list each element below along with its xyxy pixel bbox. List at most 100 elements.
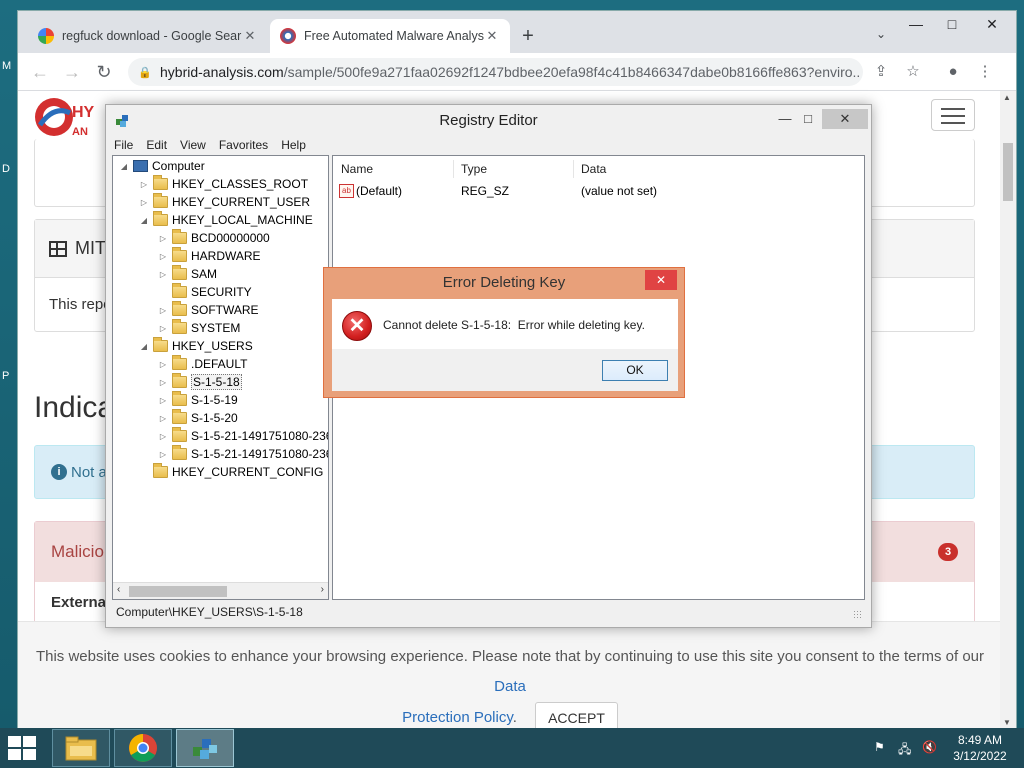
tree-item-system[interactable]: ▷ SYSTEM <box>158 319 240 337</box>
tree-item-s-1-5-21-a[interactable]: ▷ S-1-5-21-1491751080-236 <box>158 427 328 445</box>
scroll-left-icon[interactable]: ‹ <box>117 584 120 595</box>
new-tab-button[interactable]: + <box>516 25 540 48</box>
collapse-icon[interactable]: ◢ <box>119 162 129 171</box>
folder-icon <box>172 301 187 316</box>
tree-item-hkey-local-machine[interactable]: ◢ HKEY_LOCAL_MACHINE <box>139 211 313 229</box>
close-icon[interactable]: ✕ <box>484 28 500 44</box>
expand-icon[interactable]: ▷ <box>158 378 168 387</box>
profile-avatar-icon[interactable]: ● <box>942 61 964 83</box>
column-header-name[interactable]: Name <box>341 162 373 176</box>
scroll-down-icon[interactable]: ▼ <box>1003 718 1011 727</box>
data-protection-policy-link[interactable]: Data Protection Policy <box>402 678 526 726</box>
expand-icon[interactable]: ▷ <box>139 198 149 207</box>
desktop-icon-label: P <box>2 370 10 382</box>
tree-item-computer[interactable]: ◢ Computer <box>119 157 205 175</box>
tree-item-hkey-users[interactable]: ◢ HKEY_USERS <box>139 337 253 355</box>
chrome-taskbar-button[interactable] <box>114 729 172 767</box>
menu-file[interactable]: File <box>114 138 133 152</box>
tab-hybrid-analysis[interactable]: Free Automated Malware Analys ✕ <box>270 19 510 53</box>
dialog-title[interactable]: Error Deleting Key <box>324 268 684 298</box>
tree-horizontal-scrollbar[interactable]: ‹ › <box>113 582 328 599</box>
column-header-data[interactable]: Data <box>581 162 606 176</box>
menu-view[interactable]: View <box>180 138 206 152</box>
hamburger-menu-icon[interactable] <box>931 99 975 131</box>
folder-icon <box>172 319 187 334</box>
tree-item-default[interactable]: ▷ .DEFAULT <box>158 355 247 373</box>
collapse-icon[interactable]: ◢ <box>139 216 149 225</box>
scroll-right-icon[interactable]: › <box>321 584 324 595</box>
expand-icon[interactable]: ▷ <box>158 396 168 405</box>
close-window-button[interactable]: ✕ <box>974 13 1010 37</box>
minimize-button[interactable]: — <box>898 13 934 37</box>
tree-item-s-1-5-21-b[interactable]: ▷ S-1-5-21-1491751080-236 <box>158 445 328 463</box>
tree-item-s-1-5-20[interactable]: ▷ S-1-5-20 <box>158 409 238 427</box>
collapse-icon[interactable]: ◢ <box>139 342 149 351</box>
folder-icon <box>172 409 187 424</box>
close-icon[interactable]: ✕ <box>645 270 677 290</box>
volume-muted-icon[interactable]: 🔇 <box>922 740 937 754</box>
expand-icon[interactable]: ▷ <box>158 324 168 333</box>
taskbar-clock[interactable]: 8:49 AM 3/12/2022 <box>950 732 1010 764</box>
menu-edit[interactable]: Edit <box>146 138 167 152</box>
menu-bar: File Edit View Favorites Help <box>106 135 871 155</box>
maximize-button[interactable]: □ <box>794 109 822 129</box>
tree-item-label: HKEY_CLASSES_ROOT <box>172 177 309 191</box>
windows-start-icon[interactable] <box>8 736 38 760</box>
tree-item-label: S-1-5-20 <box>191 411 238 425</box>
expand-icon[interactable]: ▷ <box>158 414 168 423</box>
maximize-button[interactable]: □ <box>934 13 970 37</box>
value-row-name[interactable]: ab (Default) <box>339 184 402 198</box>
ok-button[interactable]: OK <box>602 360 668 381</box>
more-menu-icon[interactable]: ⋮ <box>974 61 996 83</box>
tab-search-chevron-down-icon[interactable]: ⌄ <box>876 27 886 41</box>
scroll-up-icon[interactable]: ▲ <box>1003 93 1011 102</box>
expand-icon[interactable]: ▷ <box>158 270 168 279</box>
bookmark-star-icon[interactable]: ☆ <box>902 61 924 83</box>
tree-item-hkey-classes-root[interactable]: ▷ HKEY_CLASSES_ROOT <box>139 175 308 193</box>
tree-item-software[interactable]: ▷ SOFTWARE <box>158 301 259 319</box>
action-center-flag-icon[interactable]: ⚑ <box>874 740 885 754</box>
folder-icon <box>172 283 187 298</box>
expand-icon[interactable]: ▷ <box>158 360 168 369</box>
back-arrow-icon[interactable]: ← <box>28 60 52 84</box>
expand-icon[interactable]: ▷ <box>158 252 168 261</box>
folder-icon <box>153 175 168 190</box>
resize-grip-icon[interactable] <box>853 610 861 618</box>
tree-item-bcd[interactable]: ▷ BCD00000000 <box>158 229 270 247</box>
close-icon[interactable]: ✕ <box>242 28 258 44</box>
expand-icon[interactable]: ▷ <box>158 432 168 441</box>
expand-icon[interactable]: ▷ <box>158 306 168 315</box>
forward-arrow-icon[interactable]: → <box>60 60 84 84</box>
network-icon[interactable]: 🖧 <box>898 740 911 761</box>
reload-icon[interactable]: ↻ <box>92 60 116 84</box>
tree-item-s-1-5-19[interactable]: ▷ S-1-5-19 <box>158 391 238 409</box>
regedit-taskbar-button[interactable] <box>176 729 234 767</box>
scroll-thumb[interactable] <box>129 586 227 597</box>
expand-icon[interactable]: ▷ <box>158 234 168 243</box>
tab-strip: regfuck download - Google Sear ✕ Free Au… <box>18 11 1016 53</box>
registry-editor-titlebar[interactable]: Registry Editor — □ ✕ <box>106 105 871 135</box>
tree-item-security[interactable]: SECURITY <box>158 283 252 301</box>
value-data: (value not set) <box>581 184 658 198</box>
column-header-type[interactable]: Type <box>461 162 487 176</box>
tree-item-sam[interactable]: ▷ SAM <box>158 265 217 283</box>
tab-google-search[interactable]: regfuck download - Google Sear ✕ <box>28 19 268 53</box>
menu-help[interactable]: Help <box>281 138 306 152</box>
expand-icon[interactable]: ▷ <box>158 450 168 459</box>
accept-cookies-button[interactable]: ACCEPT <box>535 702 618 729</box>
page-scrollbar[interactable]: ▲ ▼ <box>1000 91 1016 729</box>
tree-item-s-1-5-18[interactable]: ▷ S-1-5-18 <box>158 373 242 391</box>
table-icon <box>49 240 67 257</box>
expand-icon[interactable]: ▷ <box>139 180 149 189</box>
registry-editor-title: Registry Editor <box>439 112 538 129</box>
file-explorer-taskbar-button[interactable] <box>52 729 110 767</box>
tree-item-hardware[interactable]: ▷ HARDWARE <box>158 247 261 265</box>
tree-item-hkey-current-user[interactable]: ▷ HKEY_CURRENT_USER <box>139 193 310 211</box>
tree-item-hkey-current-config[interactable]: HKEY_CURRENT_CONFIG <box>139 463 323 481</box>
address-bar[interactable]: 🔒 hybrid-analysis.com/sample/500fe9a271f… <box>128 58 863 86</box>
close-window-button[interactable]: ✕ <box>822 109 868 129</box>
share-icon[interactable]: ⇪ <box>870 61 892 83</box>
scroll-thumb[interactable] <box>1003 143 1013 201</box>
menu-favorites[interactable]: Favorites <box>219 138 268 152</box>
svg-text:AN: AN <box>72 126 88 138</box>
